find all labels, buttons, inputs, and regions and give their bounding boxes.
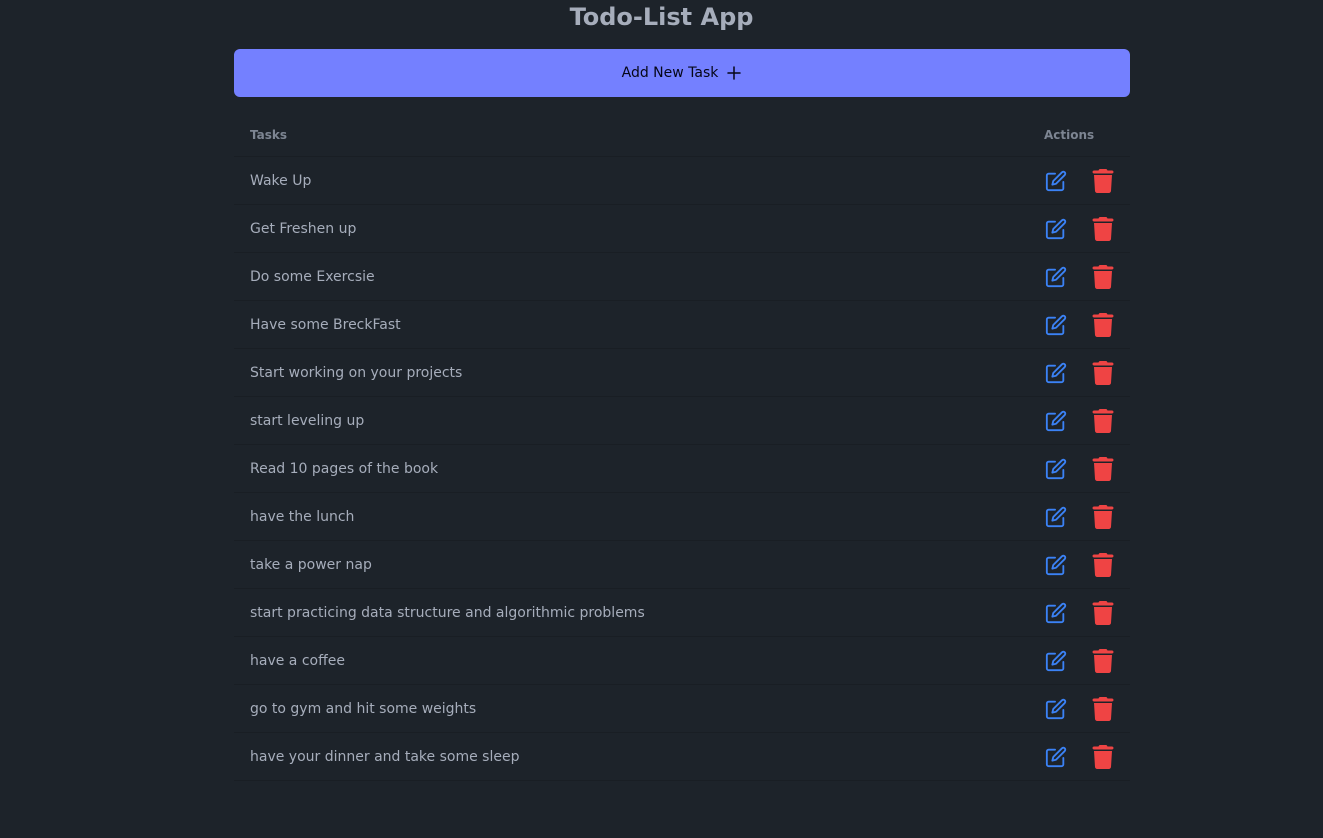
table-row: start leveling up [234, 397, 1130, 445]
add-new-task-button[interactable]: Add New Task [234, 49, 1130, 97]
task-list: Wake Up Get Freshen up Do some Exercsie Hav… [234, 157, 1130, 781]
row-actions [1044, 648, 1114, 673]
trash-icon[interactable] [1091, 408, 1114, 433]
todo-app: Todo-List App Add New Task Tasks Actions… [0, 0, 1323, 838]
table-row: Wake Up [234, 157, 1130, 205]
table-header-row: Tasks Actions [234, 113, 1130, 157]
table-row: Have some BreckFast [234, 301, 1130, 349]
task-text: start practicing data structure and algo… [250, 604, 645, 621]
task-text: have your dinner and take some sleep [250, 748, 520, 765]
task-text: Read 10 pages of the book [250, 460, 439, 477]
task-text: go to gym and hit some weights [250, 700, 477, 717]
trash-icon[interactable] [1091, 648, 1114, 673]
table-row: have your dinner and take some sleep [234, 733, 1130, 781]
edit-icon[interactable] [1044, 217, 1067, 241]
edit-icon[interactable] [1044, 361, 1067, 385]
row-actions [1044, 696, 1114, 721]
edit-icon[interactable] [1044, 601, 1067, 625]
row-actions [1044, 264, 1114, 289]
row-actions [1044, 600, 1114, 625]
row-actions [1044, 744, 1114, 769]
edit-icon[interactable] [1044, 457, 1067, 481]
task-text: Have some BreckFast [250, 316, 401, 333]
task-text: Start working on your projects [250, 364, 463, 381]
edit-icon[interactable] [1044, 265, 1067, 289]
table-row: go to gym and hit some weights [234, 685, 1130, 733]
row-actions [1044, 216, 1114, 241]
edit-icon[interactable] [1044, 745, 1067, 769]
trash-icon[interactable] [1091, 168, 1114, 193]
task-text: have a coffee [250, 652, 345, 669]
row-actions [1044, 360, 1114, 385]
task-text: Get Freshen up [250, 220, 357, 237]
table-row: Start working on your projects [234, 349, 1130, 397]
tasks-column-header: Tasks [250, 127, 288, 142]
row-actions [1044, 504, 1114, 529]
trash-icon[interactable] [1091, 696, 1114, 721]
row-actions [1044, 552, 1114, 577]
edit-icon[interactable] [1044, 553, 1067, 577]
add-new-task-label: Add New Task [621, 65, 719, 81]
trash-icon[interactable] [1091, 312, 1114, 337]
trash-icon[interactable] [1091, 552, 1114, 577]
trash-icon[interactable] [1091, 504, 1114, 529]
plus-icon [726, 65, 742, 81]
row-actions [1044, 408, 1114, 433]
row-actions [1044, 312, 1114, 337]
edit-icon[interactable] [1044, 409, 1067, 433]
edit-icon[interactable] [1044, 313, 1067, 337]
table-row: have a coffee [234, 637, 1130, 685]
task-text: have the lunch [250, 508, 355, 525]
edit-icon[interactable] [1044, 697, 1067, 721]
trash-icon[interactable] [1091, 360, 1114, 385]
task-text: take a power nap [250, 556, 372, 573]
trash-icon[interactable] [1091, 456, 1114, 481]
table-row: have the lunch [234, 493, 1130, 541]
task-text: start leveling up [250, 412, 365, 429]
row-actions [1044, 168, 1114, 193]
task-table: Tasks Actions Wake Up Get Freshen up Do so… [234, 113, 1130, 781]
table-row: start practicing data structure and algo… [234, 589, 1130, 637]
trash-icon[interactable] [1091, 744, 1114, 769]
edit-icon[interactable] [1044, 649, 1067, 673]
table-row: Read 10 pages of the book [234, 445, 1130, 493]
trash-icon[interactable] [1091, 216, 1114, 241]
trash-icon[interactable] [1091, 600, 1114, 625]
row-actions [1044, 456, 1114, 481]
actions-column-header: Actions [1044, 127, 1095, 142]
table-row: take a power nap [234, 541, 1130, 589]
table-row: Do some Exercsie [234, 253, 1130, 301]
edit-icon[interactable] [1044, 169, 1067, 193]
edit-icon[interactable] [1044, 505, 1067, 529]
task-text: Wake Up [250, 172, 312, 189]
page-title: Todo-List App [569, 3, 754, 31]
trash-icon[interactable] [1091, 264, 1114, 289]
task-text: Do some Exercsie [250, 268, 375, 285]
table-row: Get Freshen up [234, 205, 1130, 253]
